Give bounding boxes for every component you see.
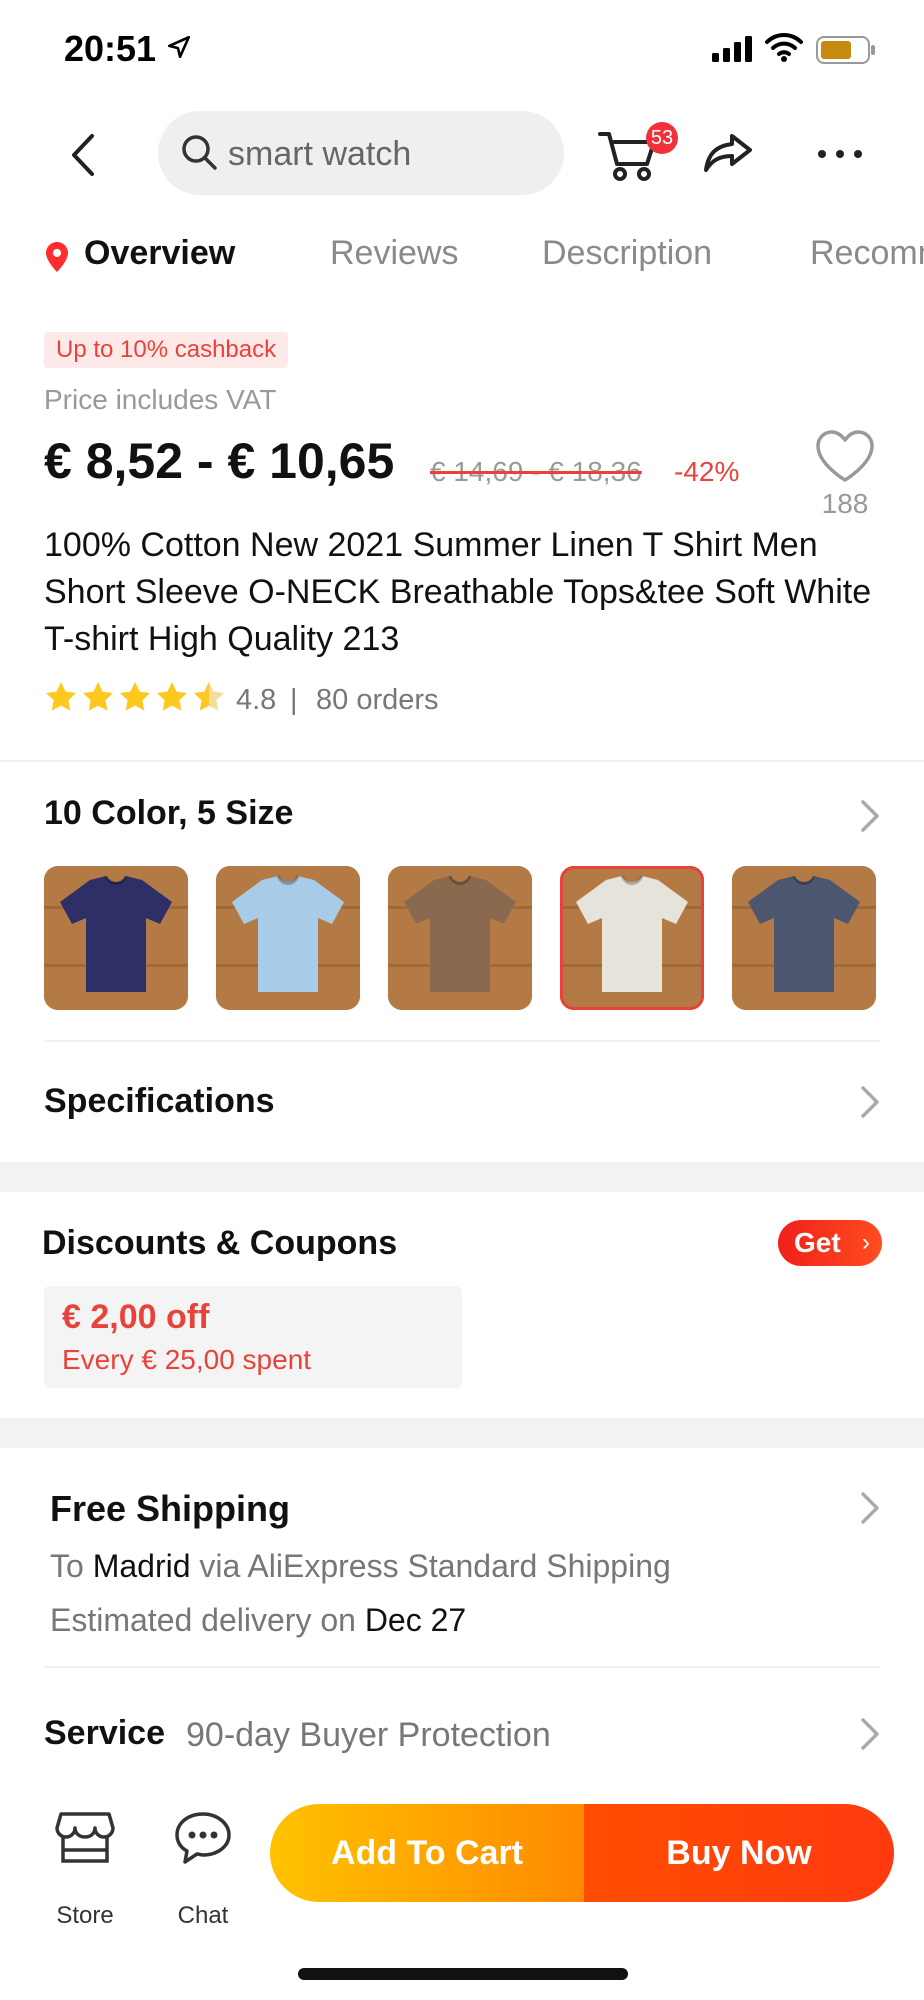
star-icon [120,682,150,711]
section-separator [0,1162,924,1192]
price: € 8,52 - € 10,65 [44,433,395,489]
chat-label: Chat [177,1902,229,1929]
specifications-title[interactable]: Specifications [44,1082,275,1121]
top-nav: smart watch 53 [0,100,924,210]
color-swatch-gray-blue[interactable] [732,866,876,1010]
shipping-route: To Madrid via AliExpress Standard Shippi… [50,1548,671,1585]
vat-note: Price includes VAT [44,384,277,415]
search-icon [182,135,217,170]
shipping-title[interactable]: Free Shipping [50,1488,290,1530]
color-swatch-navy[interactable] [44,866,188,1010]
signal-icon [712,36,752,62]
chevron-right-icon: › [862,1229,870,1256]
rating-stars [46,682,224,711]
chat-icon [175,1812,231,1864]
divider [44,1040,880,1042]
tshirt-thumbnail [732,866,876,1010]
chevron-right-icon[interactable] [858,1084,882,1120]
discount-percent: -42% [674,456,740,487]
section-separator [0,1418,924,1448]
tshirt-thumbnail [216,866,360,1010]
coupons-title: Discounts & Coupons [42,1224,398,1262]
status-time: 20:51 [64,28,157,69]
delivery-prefix: Estimated delivery on [50,1602,365,1638]
star-icon [157,682,187,711]
store-button[interactable]: Store [50,1810,120,1929]
wishlist-count: 188 [821,488,869,519]
cart-badge: 53 [646,122,678,154]
store-label: Store [56,1902,114,1929]
get-coupon-button[interactable]: Get › [778,1220,882,1266]
buy-now-button[interactable]: Buy Now [584,1804,894,1902]
shipping-destination: Madrid [92,1548,191,1584]
delivery-estimate: Estimated delivery on Dec 27 [50,1602,466,1639]
store-icon [55,1812,115,1863]
heart-icon[interactable] [814,428,876,484]
tab-bar: Overview Reviews Description Recomm [0,226,924,286]
tab-reviews[interactable]: Reviews [330,234,458,273]
service-title[interactable]: Service [44,1714,165,1753]
coupon-condition: Every € 25,00 spent [62,1344,312,1375]
chevron-right-icon[interactable] [858,1716,882,1752]
search-input[interactable]: smart watch [228,135,411,174]
star-icon [46,682,76,711]
star-icon [83,682,113,711]
get-coupon-label: Get [794,1227,841,1258]
tshirt-thumbnail [44,866,188,1010]
wifi-icon [765,32,803,62]
rating-separator: | [290,684,298,716]
delivery-date: Dec 27 [364,1602,467,1638]
location-arrow-icon [167,35,191,59]
home-indicator[interactable] [298,1968,628,1980]
search-bar[interactable]: smart watch [158,111,564,195]
original-price: € 14,69 - € 18,36 [430,456,642,487]
coupon-amount: € 2,00 off [62,1298,210,1336]
color-swatch-brown[interactable] [388,866,532,1010]
more-icon[interactable] [812,126,868,182]
add-to-cart-button[interactable]: Add To Cart [270,1804,584,1902]
tshirt-thumbnail [388,866,532,1010]
tab-recommend[interactable]: Recomm [810,234,924,273]
orders-count: 80 orders [316,684,439,716]
chevron-right-icon[interactable] [858,798,882,834]
rating-value: 4.8 [236,684,277,716]
location-pin-icon [46,242,68,272]
star-half-icon [194,682,209,711]
cashback-badge: Up to 10% cashback [44,332,289,368]
shipping-method: via AliExpress Standard Shipping [190,1548,671,1584]
battery-icon [816,36,875,64]
variants-title[interactable]: 10 Color, 5 Size [44,794,293,833]
coupon-card[interactable]: € 2,00 off Every € 25,00 spent [44,1286,462,1388]
back-icon[interactable] [60,130,110,180]
status-bar: 20:51 [0,0,924,100]
divider [0,760,924,762]
color-swatch-white[interactable] [560,866,704,1010]
divider [44,1666,880,1668]
service-detail: 90-day Buyer Protection [186,1716,551,1754]
tab-overview[interactable]: Overview [84,234,235,273]
tab-description[interactable]: Description [542,234,712,273]
chat-button[interactable]: Chat [168,1810,238,1929]
share-icon[interactable] [702,126,758,182]
color-swatch-light-blue[interactable] [216,866,360,1010]
tshirt-thumbnail [560,866,704,1010]
chevron-right-icon[interactable] [858,1490,882,1526]
shipping-to-prefix: To [50,1548,93,1584]
product-title: 100% Cotton New 2021 Summer Linen T Shir… [44,526,872,658]
